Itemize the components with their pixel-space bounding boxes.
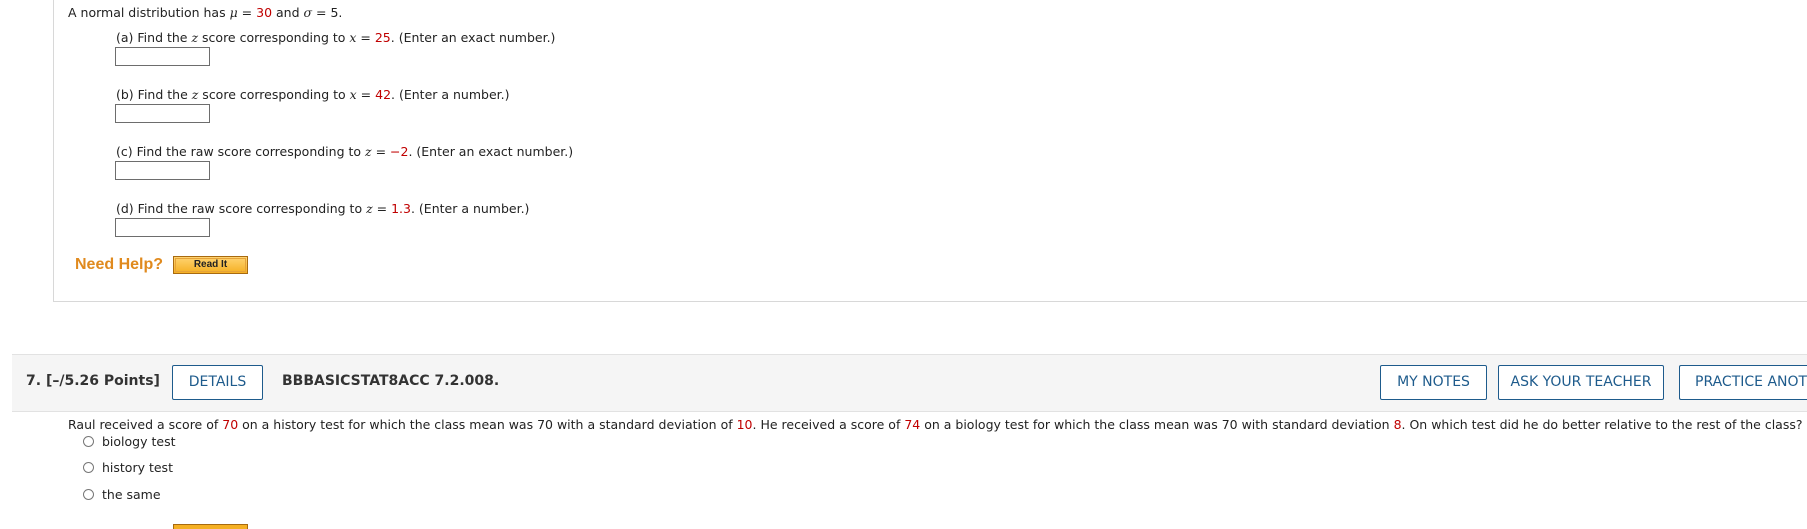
text: Raul received a score of xyxy=(68,417,223,432)
option-biology-radio[interactable] xyxy=(83,436,94,447)
part-c-answer-input[interactable] xyxy=(115,161,210,180)
var-x: x xyxy=(349,87,357,102)
value: 70 xyxy=(222,417,239,432)
var-z: z xyxy=(366,201,373,216)
problem-code: BBBASICSTAT8ACC 7.2.008. xyxy=(282,373,500,389)
var-z: z xyxy=(365,144,372,159)
read-it-button[interactable]: Read It xyxy=(173,256,248,274)
given-value: 42 xyxy=(375,87,392,102)
instruction: . (Enter an exact number.) xyxy=(408,144,574,159)
part-b-answer-input[interactable] xyxy=(115,104,210,123)
part-b-prompt: (b) Find the z score corresponding to x … xyxy=(116,87,510,102)
text: . He received a score of xyxy=(752,417,905,432)
ask-your-teacher-button[interactable]: ASK YOUR TEACHER xyxy=(1498,365,1664,400)
text: on a biology test for which the class me… xyxy=(920,417,1394,432)
part-d-prompt: (d) Find the raw score corresponding to … xyxy=(116,201,529,216)
prompt-text: (c) Find the raw score corresponding to xyxy=(116,144,365,159)
question-number: 7. [–/5.26 Points] xyxy=(26,373,160,389)
text: on a history test for which the class me… xyxy=(238,417,737,432)
equals: = xyxy=(371,144,391,159)
prompt-text: (b) Find the xyxy=(116,87,192,102)
intro-text: A normal distribution has xyxy=(68,5,230,20)
given-value: −2 xyxy=(390,144,409,159)
value: 10 xyxy=(736,417,753,432)
value: 74 xyxy=(904,417,921,432)
equals: = xyxy=(237,5,257,20)
prompt-text: (d) Find the raw score corresponding to xyxy=(116,201,367,216)
and-text: and xyxy=(272,5,304,20)
read-it-button-partial[interactable] xyxy=(173,524,248,529)
equals: = xyxy=(372,201,392,216)
prompt-text: score corresponding to xyxy=(198,87,350,102)
q7-question-text: Raul received a score of 70 on a history… xyxy=(68,417,1803,432)
details-button[interactable]: DETAILS xyxy=(172,365,263,400)
option-same-radio[interactable] xyxy=(83,489,94,500)
equals: = xyxy=(356,30,375,45)
need-help-label: Need Help? xyxy=(75,256,164,273)
q6-intro: A normal distribution has μ = 30 and σ =… xyxy=(68,5,342,20)
option-same-label[interactable]: the same xyxy=(102,487,161,502)
instruction: . (Enter a number.) xyxy=(391,87,510,102)
points: [–/5.26 Points] xyxy=(45,373,160,389)
prompt-text: (a) Find the xyxy=(116,30,192,45)
text: . On which test did he do better relativ… xyxy=(1401,417,1803,432)
option-history-radio[interactable] xyxy=(83,462,94,473)
part-a-answer-input[interactable] xyxy=(115,47,210,66)
option-biology-label[interactable]: biology test xyxy=(102,434,176,449)
part-d-answer-input[interactable] xyxy=(115,218,210,237)
instruction: . (Enter an exact number.) xyxy=(390,30,556,45)
number: 7. xyxy=(26,373,42,389)
given-value: 1.3 xyxy=(391,201,411,216)
part-a-prompt: (a) Find the z score corresponding to x … xyxy=(116,30,555,45)
period: . xyxy=(338,5,343,20)
instruction: . (Enter a number.) xyxy=(410,201,530,216)
option-history-label[interactable]: history test xyxy=(102,460,173,475)
given-value: 25 xyxy=(374,30,391,45)
practice-another-button[interactable]: PRACTICE ANOTHER xyxy=(1679,365,1807,400)
my-notes-button[interactable]: MY NOTES xyxy=(1380,365,1487,400)
equals: = xyxy=(356,87,376,102)
sigma-symbol: σ xyxy=(303,5,313,20)
question-7-header: 7. [–/5.26 Points] DETAILS BBBASICSTAT8A… xyxy=(12,354,1807,412)
value: 8 xyxy=(1393,417,1402,432)
mu-symbol: μ xyxy=(229,5,238,20)
part-c-prompt: (c) Find the raw score corresponding to … xyxy=(116,144,573,159)
prompt-text: score corresponding to xyxy=(198,30,350,45)
equals: = xyxy=(312,5,331,20)
mu-value: 30 xyxy=(256,5,273,20)
